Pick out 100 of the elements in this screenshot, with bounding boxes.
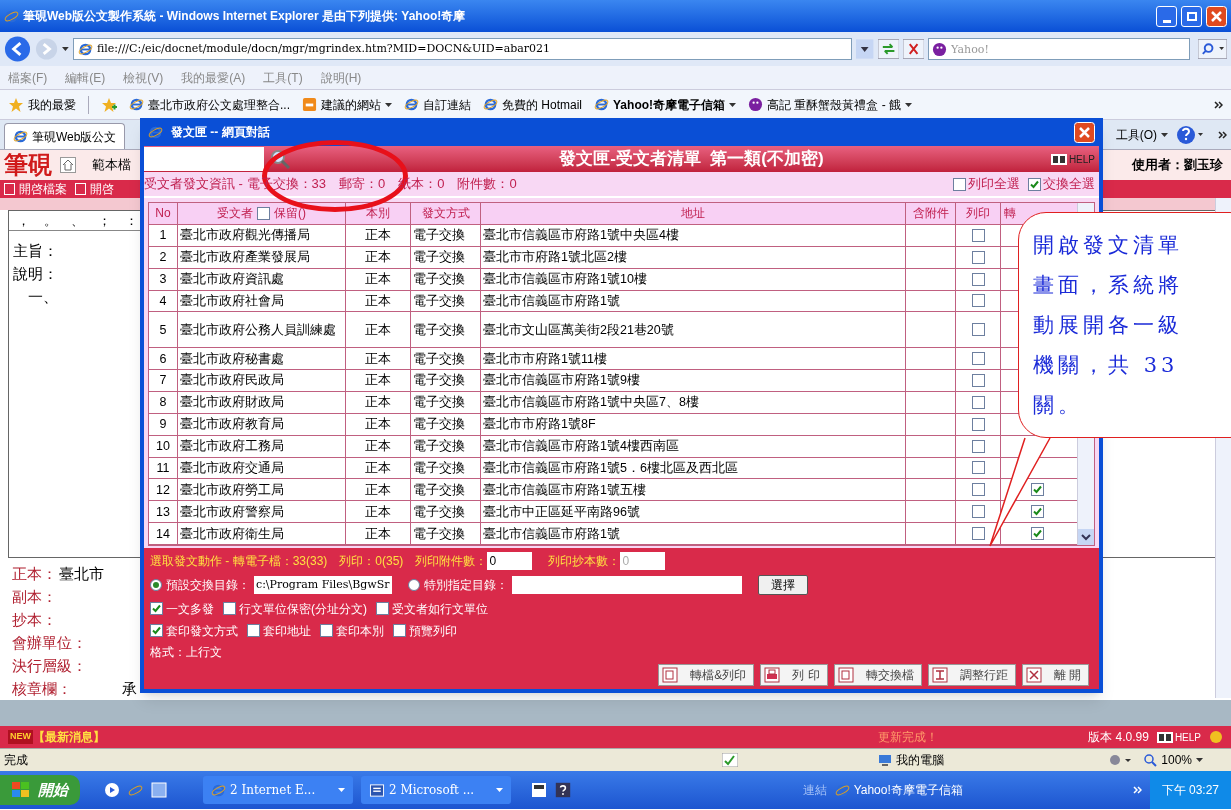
news-link[interactable]: 【最新消息】	[33, 728, 105, 746]
select-all-label[interactable]: 交換全選	[1043, 174, 1095, 194]
checkbox[interactable]	[257, 206, 270, 220]
more-chevron-icon[interactable]	[1214, 100, 1223, 109]
caret-icon[interactable]	[62, 47, 69, 51]
checkbox[interactable]	[971, 439, 985, 453]
address-field[interactable]: file:///C:/eic/docnet/module/docn/mgr/mgrindex.htm?MID=DOCN&UID=abar021	[72, 38, 853, 60]
favorite-link[interactable]: 高記 重酥蟹殼黃禮盒 - 餓	[748, 95, 913, 114]
toolbar-button[interactable]: 開啓檔案	[4, 179, 67, 198]
favorite-link[interactable]: Yahoo!奇摩電子信箱	[594, 95, 737, 114]
choose-button[interactable]: 選擇	[757, 575, 808, 595]
menu-item[interactable]: 工具(T)	[263, 68, 303, 87]
menu-item[interactable]: 檢視(V)	[123, 68, 164, 87]
checkbox[interactable]	[223, 602, 236, 615]
favorite-link[interactable]: 免費的 Hotmail	[483, 95, 583, 114]
browser-icon[interactable]	[128, 782, 143, 798]
action-button[interactable]: 列 印	[760, 664, 828, 686]
checkbox[interactable]	[971, 228, 985, 242]
option-label[interactable]: 一文多發	[166, 599, 214, 618]
favorite-link[interactable]: 建議的網站	[302, 95, 392, 114]
punctuation-button[interactable]: ：	[125, 210, 138, 231]
menu-item[interactable]: 說明(H)	[320, 68, 362, 87]
maximize-button[interactable]	[1181, 5, 1202, 27]
radio-button[interactable]	[150, 579, 162, 591]
taskbar-link[interactable]: Yahoo!奇摩電子信箱	[853, 781, 963, 799]
checkbox[interactable]	[393, 624, 406, 637]
column-header[interactable]: 轉	[1004, 204, 1016, 223]
favorites-button[interactable]: 我的最愛	[8, 95, 76, 114]
checkbox[interactable]	[971, 294, 985, 308]
checkbox[interactable]	[971, 505, 985, 519]
checkbox[interactable]	[971, 272, 985, 286]
zoom-level[interactable]: 100%	[1144, 751, 1203, 769]
radio-button[interactable]	[407, 579, 420, 591]
toolbar-button[interactable]: 開啓	[75, 179, 114, 198]
help-icon[interactable]	[1176, 124, 1206, 145]
option-label[interactable]: 套印本別	[336, 621, 384, 640]
help-button[interactable]: HELP	[1050, 151, 1095, 167]
calculator-icon[interactable]	[531, 782, 547, 798]
column-header[interactable]: 受文者	[217, 204, 253, 223]
stop-button[interactable]	[902, 39, 925, 59]
help-button[interactable]: HELP	[1156, 729, 1201, 745]
tools-menu[interactable]: 工具(O)	[1115, 125, 1168, 144]
option-label[interactable]: 套印發文方式	[166, 621, 238, 640]
directory-field[interactable]: c:\Program Files\BgwSr	[254, 576, 392, 594]
column-header[interactable]: No	[155, 204, 171, 223]
column-header[interactable]: 本別	[366, 204, 390, 223]
checkbox[interactable]	[971, 352, 985, 366]
action-button[interactable]: 轉交換檔	[833, 664, 922, 686]
search-button[interactable]	[1198, 39, 1227, 59]
dropdown-button[interactable]	[856, 39, 874, 59]
menu-item[interactable]: 我的最愛(A)	[181, 68, 246, 87]
select-all-label[interactable]: 列印全選	[968, 174, 1020, 194]
option-label[interactable]: 行文單位保密(分址分文)	[239, 599, 367, 618]
taskbar-button[interactable]: 2 Internet E...	[203, 776, 353, 804]
browser-tab[interactable]: 筆硯Web版公文	[4, 123, 126, 149]
punctuation-button[interactable]: ；	[98, 210, 111, 231]
close-button[interactable]	[1074, 121, 1095, 143]
add-favorite-icon[interactable]	[101, 96, 117, 113]
checkbox[interactable]	[971, 527, 985, 541]
help-icon[interactable]	[555, 782, 571, 798]
option-label[interactable]: 套印地址	[263, 621, 311, 640]
favorite-link[interactable]: 自訂連結	[404, 95, 471, 114]
checkbox[interactable]	[953, 177, 966, 191]
option-label[interactable]: 預覽列印	[409, 621, 457, 640]
checkbox[interactable]	[971, 395, 985, 409]
checkbox[interactable]	[150, 602, 163, 615]
home-button[interactable]	[60, 156, 76, 173]
directory-field[interactable]	[511, 576, 742, 594]
menu-item[interactable]: 編輯(E)	[65, 68, 106, 87]
start-button[interactable]: 開始	[0, 775, 80, 805]
checkbox[interactable]	[247, 624, 260, 637]
checkbox[interactable]	[1031, 527, 1044, 541]
more-chevron-icon[interactable]	[1218, 130, 1227, 139]
checkbox[interactable]	[971, 483, 985, 497]
action-button[interactable]: 調整行距	[927, 664, 1016, 686]
directory-label[interactable]: 特別指定目錄：	[423, 576, 508, 594]
punctuation-button[interactable]: 。	[44, 210, 57, 231]
checkbox[interactable]	[1028, 177, 1041, 191]
menu-item[interactable]: 檔案(F)	[8, 68, 48, 87]
taskbar-button[interactable]: 2 Microsoft ...	[361, 776, 511, 804]
search-field[interactable]: Yahoo!	[928, 38, 1191, 60]
close-button[interactable]	[1206, 5, 1227, 27]
lock-icon[interactable]	[1108, 753, 1133, 767]
checkbox[interactable]	[971, 250, 985, 264]
column-header[interactable]: 地址	[681, 204, 705, 223]
checkbox[interactable]	[971, 323, 985, 337]
punctuation-button[interactable]: 、	[71, 210, 84, 231]
column-header[interactable]: 發文方式	[421, 204, 470, 223]
media-player-icon[interactable]	[104, 782, 120, 798]
search-field[interactable]	[144, 147, 264, 171]
back-button[interactable]	[4, 35, 31, 63]
punctuation-button[interactable]: ，	[17, 210, 30, 231]
favorite-link[interactable]: 臺北市政府公文處理整合...	[129, 95, 290, 114]
action-button[interactable]: 離 開	[1021, 664, 1089, 686]
checkbox[interactable]	[1031, 505, 1044, 519]
column-header[interactable]: 列印	[966, 204, 990, 223]
checkbox[interactable]	[971, 461, 985, 475]
action-button[interactable]: 轉檔&列印	[658, 664, 755, 686]
column-header[interactable]: 含附件	[912, 204, 949, 223]
checkbox[interactable]	[971, 417, 985, 431]
